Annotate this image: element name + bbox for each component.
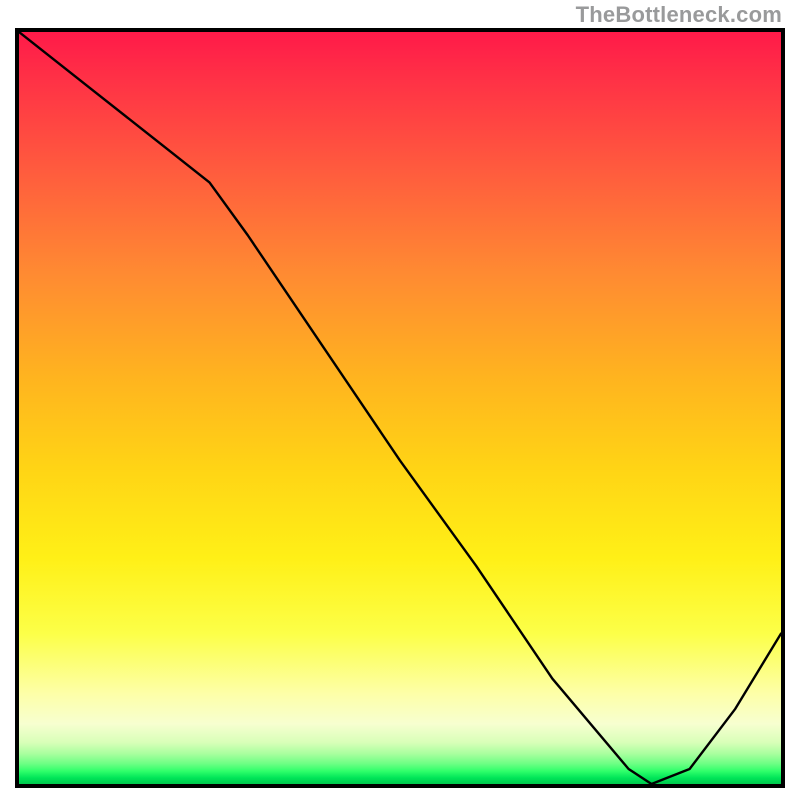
- bottleneck-curve: [19, 32, 781, 784]
- watermark-text: TheBottleneck.com: [576, 2, 782, 28]
- chart-line-layer: [19, 32, 781, 784]
- chart-root: TheBottleneck.com: [0, 0, 800, 800]
- plot-area: [15, 28, 785, 788]
